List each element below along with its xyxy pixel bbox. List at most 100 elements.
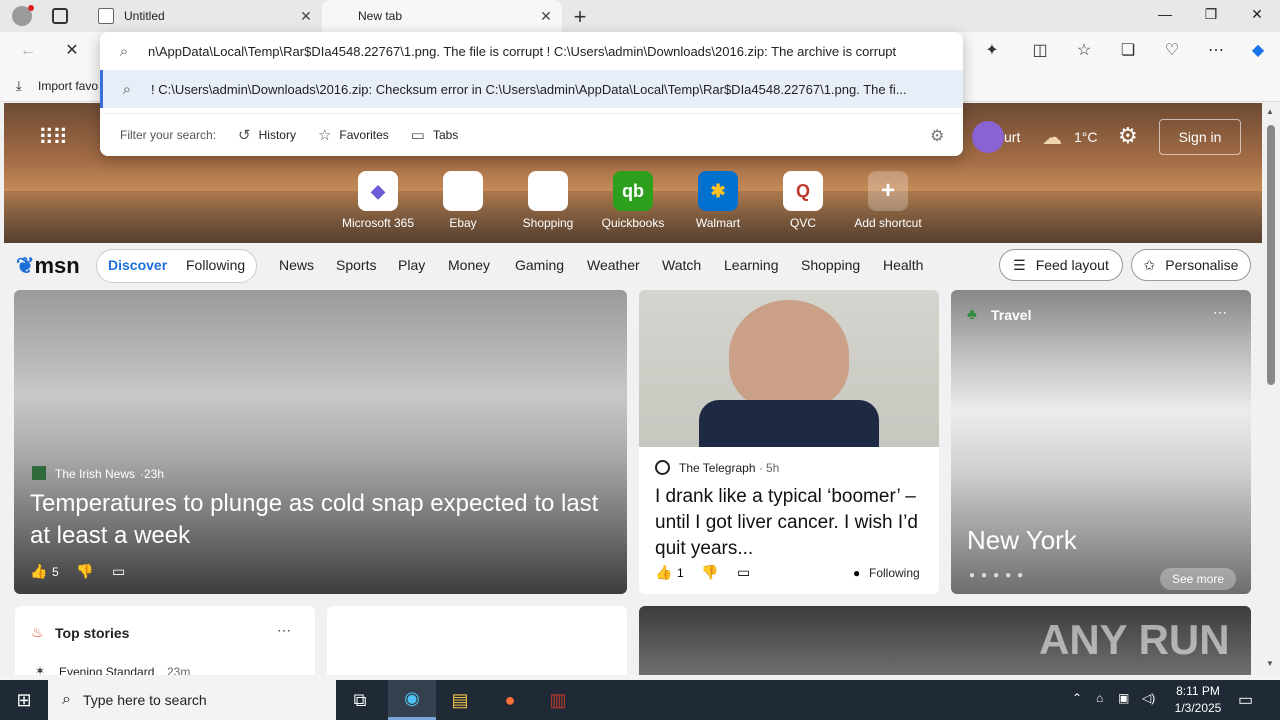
news-card-main[interactable]: The Irish News · 23h Temperatures to plu…: [14, 290, 627, 594]
address-input-row[interactable]: ⌕ n\AppData\Local\Temp\Rar$DIa4548.22767…: [100, 32, 963, 70]
sign-in-button[interactable]: Sign in: [1159, 119, 1241, 155]
browser-essentials-icon[interactable]: ♡: [1162, 41, 1182, 61]
more-options-icon[interactable]: ⋯: [277, 622, 291, 639]
shortcut-shopping[interactable]: ◇ Shopping: [508, 171, 588, 230]
new-tab-plus-icon[interactable]: +: [570, 4, 590, 30]
tray-chevron-icon[interactable]: ⌃: [1072, 691, 1082, 705]
page-settings-gear-icon[interactable]: ⚙: [1118, 123, 1138, 149]
like-icon[interactable]: 👍: [655, 564, 672, 581]
dislike-icon[interactable]: 👎: [76, 563, 93, 580]
scroll-thumb[interactable]: [1267, 125, 1275, 385]
dislike-icon[interactable]: 👎: [701, 564, 718, 581]
travel-card[interactable]: ♣ Travel ⋯ New York ●●●●● See more: [951, 290, 1251, 594]
suggestion-item[interactable]: ⌕ ! C:\Users\admin\Downloads\2016.zip: C…: [100, 70, 963, 108]
copilot-avatar-icon[interactable]: [972, 121, 1004, 153]
filter-favorites-button[interactable]: ☆ Favorites: [318, 126, 389, 144]
shortcut-add[interactable]: + Add shortcut: [848, 171, 928, 230]
minimize-icon[interactable]: —: [1150, 6, 1180, 22]
travel-title[interactable]: New York: [967, 525, 1077, 556]
page-icon: [98, 8, 114, 24]
tab-discover[interactable]: Discover: [108, 257, 167, 273]
weather-city[interactable]: urt: [1004, 129, 1020, 145]
weather-temperature[interactable]: 1°C: [1074, 129, 1098, 145]
address-input[interactable]: n\AppData\Local\Temp\Rar$DIa4548.22767\1…: [148, 44, 896, 59]
file-explorer-icon[interactable]: ▤: [436, 680, 484, 720]
settings-gear-icon[interactable]: ⚙: [930, 126, 944, 146]
nav-news[interactable]: News: [279, 257, 314, 273]
following-label[interactable]: Following: [869, 566, 920, 580]
close-tab-icon[interactable]: ✕: [538, 8, 554, 25]
scroll-up-icon[interactable]: ▲: [1266, 107, 1274, 116]
carousel-dots[interactable]: ●●●●●: [969, 570, 1029, 581]
tab-actions-icon[interactable]: [52, 8, 68, 24]
import-favorites-link[interactable]: Import favo: [38, 79, 98, 93]
nav-money[interactable]: Money: [448, 257, 490, 273]
copilot-icon[interactable]: ◆: [1248, 41, 1268, 61]
favorites-star-icon[interactable]: ☆: [1074, 41, 1094, 61]
close-tab-icon[interactable]: ✕: [298, 8, 314, 25]
clock-date[interactable]: 1/3/2025: [1168, 701, 1228, 715]
network-icon[interactable]: ▣: [1118, 691, 1129, 705]
card-source: The Irish News: [55, 467, 136, 481]
windows-start-icon[interactable]: ⊞: [0, 680, 48, 720]
news-card-bottom[interactable]: ANY RUN: [639, 606, 1251, 675]
news-card-telegraph[interactable]: The Telegraph · 5h I drank like a typica…: [639, 290, 939, 594]
firefox-icon[interactable]: ●: [486, 680, 534, 720]
card-headline[interactable]: I drank like a typical ‘boomer’ – until …: [655, 484, 925, 562]
tab-new-tab[interactable]: New tab ✕: [322, 0, 562, 32]
extensions-icon[interactable]: ✦: [982, 41, 1002, 61]
nav-weather[interactable]: Weather: [587, 257, 640, 273]
nav-watch[interactable]: Watch: [662, 257, 701, 273]
clock-time[interactable]: 8:11 PM: [1168, 684, 1228, 698]
stop-loading-icon[interactable]: ✕: [62, 41, 82, 61]
tray-device-icon[interactable]: ⌂: [1096, 691, 1103, 705]
card-headline[interactable]: Temperatures to plunge as cold snap expe…: [30, 488, 610, 552]
comment-icon[interactable]: ▭: [112, 563, 125, 580]
collections-icon[interactable]: ❏: [1118, 41, 1138, 61]
task-view-icon[interactable]: ⧉: [336, 680, 384, 720]
personalise-button[interactable]: ✩ Personalise: [1131, 249, 1251, 281]
close-window-icon[interactable]: ✕: [1242, 6, 1272, 23]
taskbar-search-box[interactable]: ⌕ Type here to search: [48, 680, 336, 720]
restore-icon[interactable]: ❐: [1196, 6, 1226, 23]
more-menu-icon[interactable]: ⋯: [1206, 41, 1226, 61]
like-icon[interactable]: 👍: [30, 563, 47, 580]
tab-following[interactable]: Following: [186, 257, 245, 273]
volume-icon[interactable]: ◁): [1142, 691, 1155, 705]
top-stories-title: Top stories: [55, 625, 130, 641]
winrar-icon[interactable]: ▥: [534, 680, 582, 720]
shortcut-label: Microsoft 365: [341, 216, 415, 230]
shortcut-microsoft-365[interactable]: ◆ Microsoft 365: [338, 171, 418, 230]
filter-history-button[interactable]: ↺ History: [238, 126, 296, 144]
filter-tabs-button[interactable]: ▭ Tabs: [411, 126, 459, 144]
import-favorites-icon[interactable]: ⤓: [16, 78, 22, 94]
scroll-down-icon[interactable]: ▼: [1266, 659, 1274, 668]
nav-sports[interactable]: Sports: [336, 257, 376, 273]
feed-layout-button[interactable]: ☰ Feed layout: [999, 249, 1123, 281]
filter-favorites-label: Favorites: [339, 127, 389, 142]
shortcut-ebay[interactable]: ▦ Ebay: [423, 171, 503, 230]
nav-health[interactable]: Health: [883, 257, 923, 273]
nav-shopping[interactable]: Shopping: [801, 257, 860, 273]
taskbar-search-placeholder: Type here to search: [82, 692, 207, 708]
comment-icon[interactable]: ▭: [737, 564, 750, 581]
page-scrollbar[interactable]: ▲ ▼: [1262, 103, 1280, 675]
msn-logo[interactable]: ❦msn: [16, 253, 80, 279]
edge-browser-icon[interactable]: ◉: [388, 680, 436, 720]
shortcut-walmart[interactable]: ✱ Walmart: [678, 171, 758, 230]
nav-gaming[interactable]: Gaming: [515, 257, 564, 273]
msn-butterfly-icon: ❦: [16, 253, 35, 278]
split-screen-icon[interactable]: ◫: [1030, 41, 1050, 61]
tab-untitled[interactable]: Untitled ✕: [86, 0, 322, 32]
shortcut-quickbooks[interactable]: qb Quickbooks: [593, 171, 673, 230]
sliders-icon: ☰: [1013, 256, 1026, 273]
shortcut-qvc[interactable]: Q QVC: [763, 171, 843, 230]
back-arrow-icon[interactable]: ←: [18, 41, 38, 61]
notifications-icon[interactable]: ▭: [1238, 690, 1253, 710]
more-options-icon[interactable]: ⋯: [1213, 304, 1227, 321]
see-more-button[interactable]: See more: [1160, 568, 1236, 590]
apps-grid-icon[interactable]: ⠿⠿: [38, 125, 68, 151]
nav-learning[interactable]: Learning: [724, 257, 779, 273]
nav-play[interactable]: Play: [398, 257, 425, 273]
story-source[interactable]: Evening Standard: [59, 665, 154, 675]
